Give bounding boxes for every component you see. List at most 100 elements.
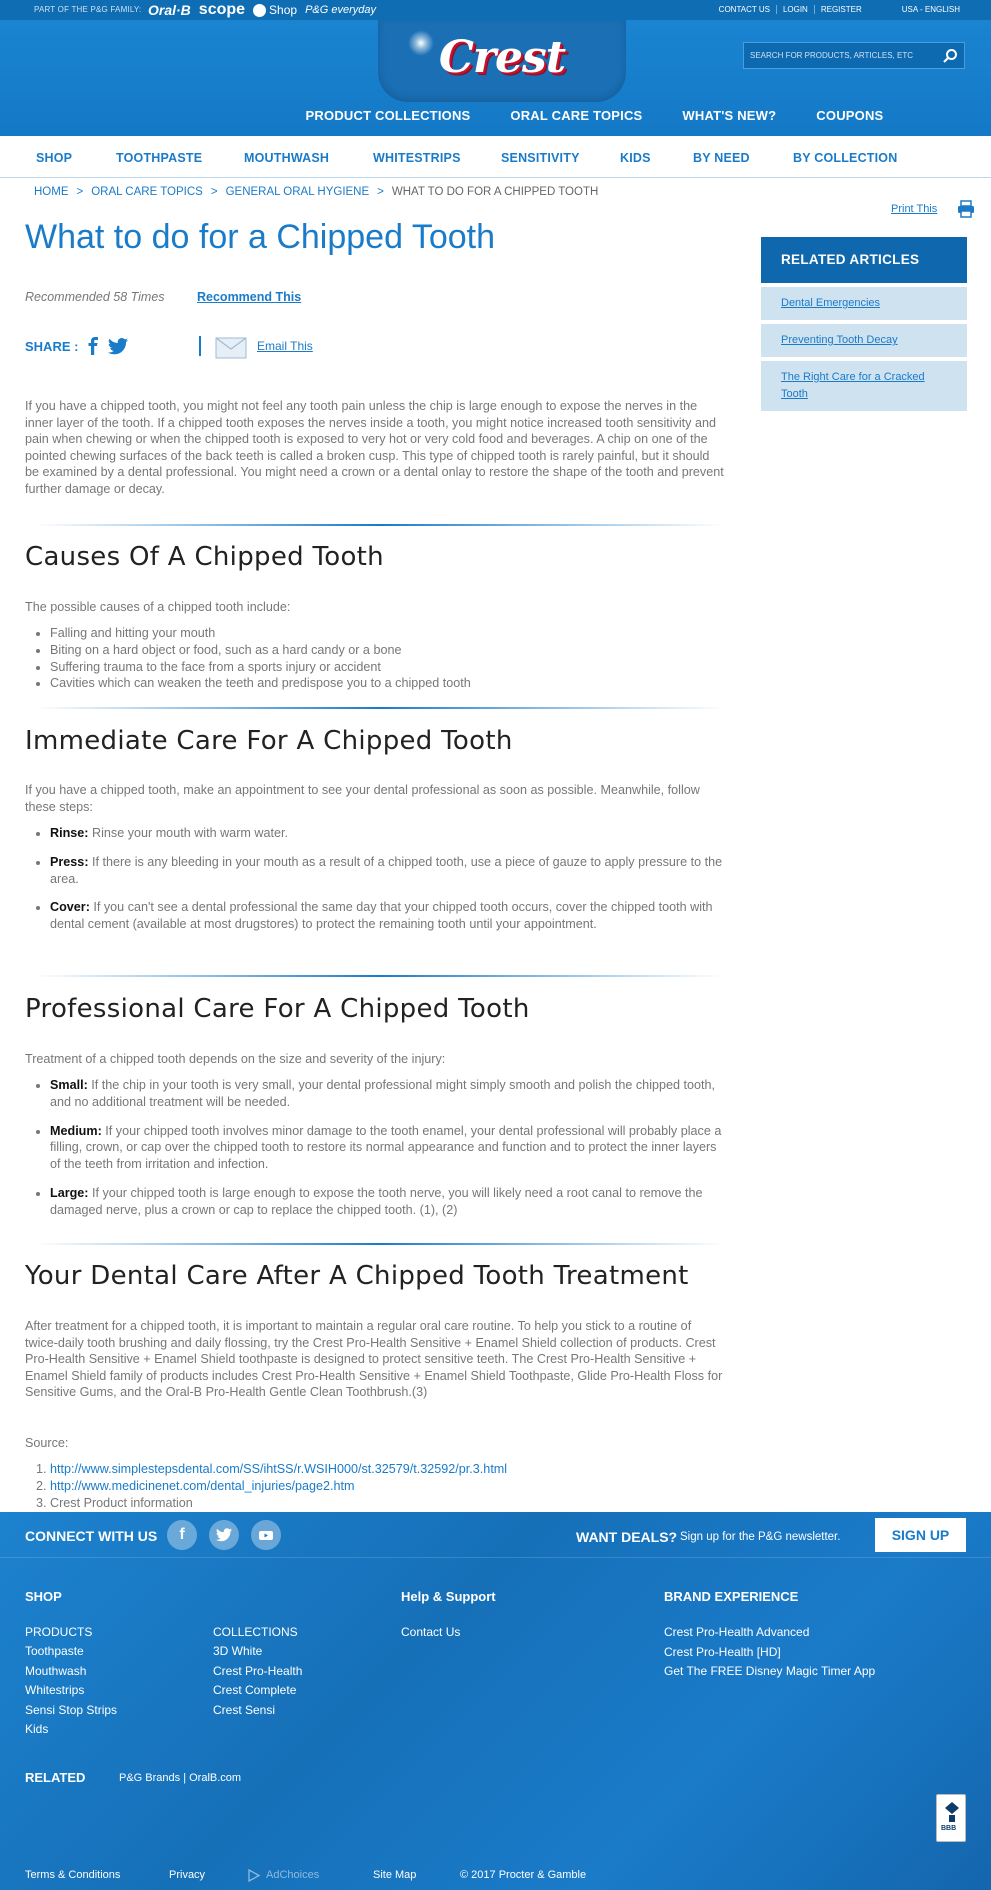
footer-shop-heading: SHOP [25, 1589, 62, 1604]
list-item: Crest Product information [50, 1495, 507, 1512]
oralb-logo[interactable]: Oral·B [148, 2, 191, 18]
pg-shop-icon [253, 3, 267, 17]
section-divider [34, 707, 724, 709]
footer-link[interactable]: Crest Pro-Health [HD] [664, 1643, 875, 1663]
deals-heading: WANT DEALS? [576, 1529, 678, 1545]
immediate-care-heading: Immediate Care For A Chipped Tooth [25, 726, 513, 756]
footer-link[interactable]: Toothpaste [25, 1642, 117, 1662]
pg-family-label: PART OF THE P&G FAMILY: [34, 5, 142, 14]
printer-icon[interactable] [957, 200, 975, 218]
recommend-link[interactable]: Recommend This [197, 290, 301, 304]
related-article-link[interactable]: Dental Emergencies [761, 287, 967, 320]
source-link[interactable]: http://www.medicinenet.com/dental_injuri… [50, 1479, 355, 1493]
related-article-link[interactable]: Preventing Tooth Decay [761, 324, 967, 357]
deals-subtext: Sign up for the P&G newsletter. [680, 1531, 841, 1543]
adchoices-icon[interactable] [248, 1869, 260, 1882]
connect-heading: CONNECT WITH US [25, 1528, 158, 1544]
subnav-shop[interactable]: SHOP [36, 151, 72, 165]
list-item: Falling and hitting your mouth [50, 625, 471, 642]
list-item: Rinse: Rinse your mouth with warm water. [50, 825, 730, 842]
search-box [743, 42, 965, 69]
pg-everyday-logo[interactable]: P&G everyday [305, 4, 376, 16]
footer-legal-bar: Terms & Conditions Privacy AdChoices Sit… [0, 1857, 991, 1890]
immediate-care-steps: Rinse: Rinse your mouth with warm water.… [50, 825, 730, 945]
list-item: Large: If your chipped tooth is large en… [50, 1185, 730, 1219]
locale-selector[interactable]: USA - ENGLISH [896, 5, 966, 14]
footer-link[interactable]: Kids [25, 1720, 117, 1740]
breadcrumb-separator: > [210, 186, 218, 198]
subnav-mouthwash[interactable]: MOUTHWASH [244, 151, 329, 165]
search-input[interactable] [744, 43, 934, 68]
step-label: Large: [50, 1185, 89, 1200]
footer-brand-list: Crest Pro-Health Advanced Crest Pro-Heal… [664, 1623, 875, 1682]
facebook-icon[interactable]: f [167, 1520, 197, 1550]
privacy-link[interactable]: Privacy [169, 1869, 205, 1881]
breadcrumb: HOME > ORAL CARE TOPICS > GENERAL ORAL H… [34, 186, 598, 198]
footer-collections-heading[interactable]: COLLECTIONS [213, 1623, 298, 1643]
footer-link[interactable]: Crest Sensi [213, 1701, 302, 1721]
footer-link[interactable]: Crest Complete [213, 1681, 302, 1701]
sitemap-link[interactable]: Site Map [373, 1869, 416, 1881]
breadcrumb-oral-care-topics[interactable]: ORAL CARE TOPICS [91, 186, 203, 198]
subnav-whitestrips[interactable]: WHITESTRIPS [373, 151, 461, 165]
terms-link[interactable]: Terms & Conditions [25, 1869, 120, 1881]
footer-brand-heading: BRAND EXPERIENCE [664, 1589, 799, 1604]
search-icon[interactable] [942, 48, 958, 64]
adchoices-link[interactable]: AdChoices [266, 1869, 319, 1881]
footer-products-heading[interactable]: PRODUCTS [25, 1623, 92, 1643]
footer-link[interactable]: Crest Pro-Health Advanced [664, 1623, 875, 1643]
step-text: If your chipped tooth is large enough to… [50, 1185, 703, 1217]
breadcrumb-general-oral-hygiene[interactable]: GENERAL ORAL HYGIENE [226, 186, 370, 198]
nav-whats-new[interactable]: WHAT'S NEW? [682, 108, 776, 123]
twitter-icon[interactable] [216, 1528, 232, 1542]
intro-paragraph: If you have a chipped tooth, you might n… [25, 399, 724, 496]
footer-link[interactable]: Get The FREE Disney Magic Timer App [664, 1662, 875, 1682]
copyright: © 2017 Procter & Gamble [460, 1869, 587, 1881]
login-link[interactable]: LOGIN [777, 5, 815, 14]
subnav-by-need[interactable]: BY NEED [693, 151, 750, 165]
footer-products-list: Toothpaste Mouthwash Whitestrips Sensi S… [25, 1642, 117, 1740]
step-text: Rinse your mouth with warm water. [88, 826, 288, 840]
related-articles-heading: RELATED ARTICLES [761, 237, 967, 283]
email-icon[interactable] [215, 337, 247, 359]
subnav-by-collection[interactable]: BY COLLECTION [793, 151, 897, 165]
subnav-kids[interactable]: KIDS [620, 151, 651, 165]
bbb-badge[interactable]: BBB [936, 1794, 966, 1842]
footer-link[interactable]: Whitestrips [25, 1681, 117, 1701]
footer-related-heading: RELATED [25, 1770, 86, 1785]
footer-link[interactable]: Sensi Stop Strips [25, 1701, 117, 1721]
email-this-link[interactable]: Email This [257, 339, 313, 353]
contact-us-link[interactable]: CONTACT US [713, 5, 777, 14]
print-link[interactable]: Print This [891, 203, 937, 215]
footer-link[interactable]: Crest Pro-Health [213, 1662, 302, 1682]
share-label: SHARE : [25, 339, 79, 354]
footer-link[interactable]: Contact Us [401, 1623, 460, 1643]
nav-product-collections[interactable]: PRODUCT COLLECTIONS [306, 108, 471, 123]
signup-button[interactable]: SIGN UP [875, 1518, 966, 1552]
twitter-icon[interactable] [108, 338, 128, 355]
breadcrumb-home[interactable]: HOME [34, 186, 69, 198]
footer-link[interactable]: Mouthwash [25, 1662, 117, 1682]
register-link[interactable]: REGISTER [815, 5, 868, 14]
subnav-toothpaste[interactable]: TOOTHPASTE [116, 151, 202, 165]
scope-logo[interactable]: scope [199, 1, 245, 19]
crest-logo[interactable]: Crest [378, 32, 626, 83]
subnav-sensitivity[interactable]: SENSITIVITY [501, 151, 580, 165]
after-care-paragraph: After treatment for a chipped tooth, it … [25, 1319, 723, 1400]
nav-coupons[interactable]: COUPONS [816, 108, 883, 123]
source-link[interactable]: http://www.simplestepsdental.com/SS/ihtS… [50, 1462, 507, 1476]
related-article-link[interactable]: The Right Care for a Cracked Tooth [761, 361, 967, 411]
step-text: If you can't see a dental professional t… [50, 900, 713, 932]
youtube-icon[interactable] [258, 1527, 274, 1543]
list-item: Cavities which can weaken the teeth and … [50, 675, 471, 692]
pg-shop-logo[interactable]: Shop [253, 3, 297, 17]
step-label: Cover: [50, 900, 90, 915]
facebook-icon[interactable] [87, 337, 99, 355]
source-list: http://www.simplestepsdental.com/SS/ihtS… [50, 1461, 507, 1511]
list-item: Medium: If your chipped tooth involves m… [50, 1123, 730, 1173]
footer-related-links[interactable]: P&G Brands | OralB.com [119, 1772, 241, 1784]
nav-oral-care-topics[interactable]: ORAL CARE TOPICS [510, 108, 642, 123]
breadcrumb-separator: > [76, 186, 84, 198]
site-header: PART OF THE P&G FAMILY: Oral·B scope Sho… [0, 0, 991, 136]
footer-link[interactable]: 3D White [213, 1642, 302, 1662]
